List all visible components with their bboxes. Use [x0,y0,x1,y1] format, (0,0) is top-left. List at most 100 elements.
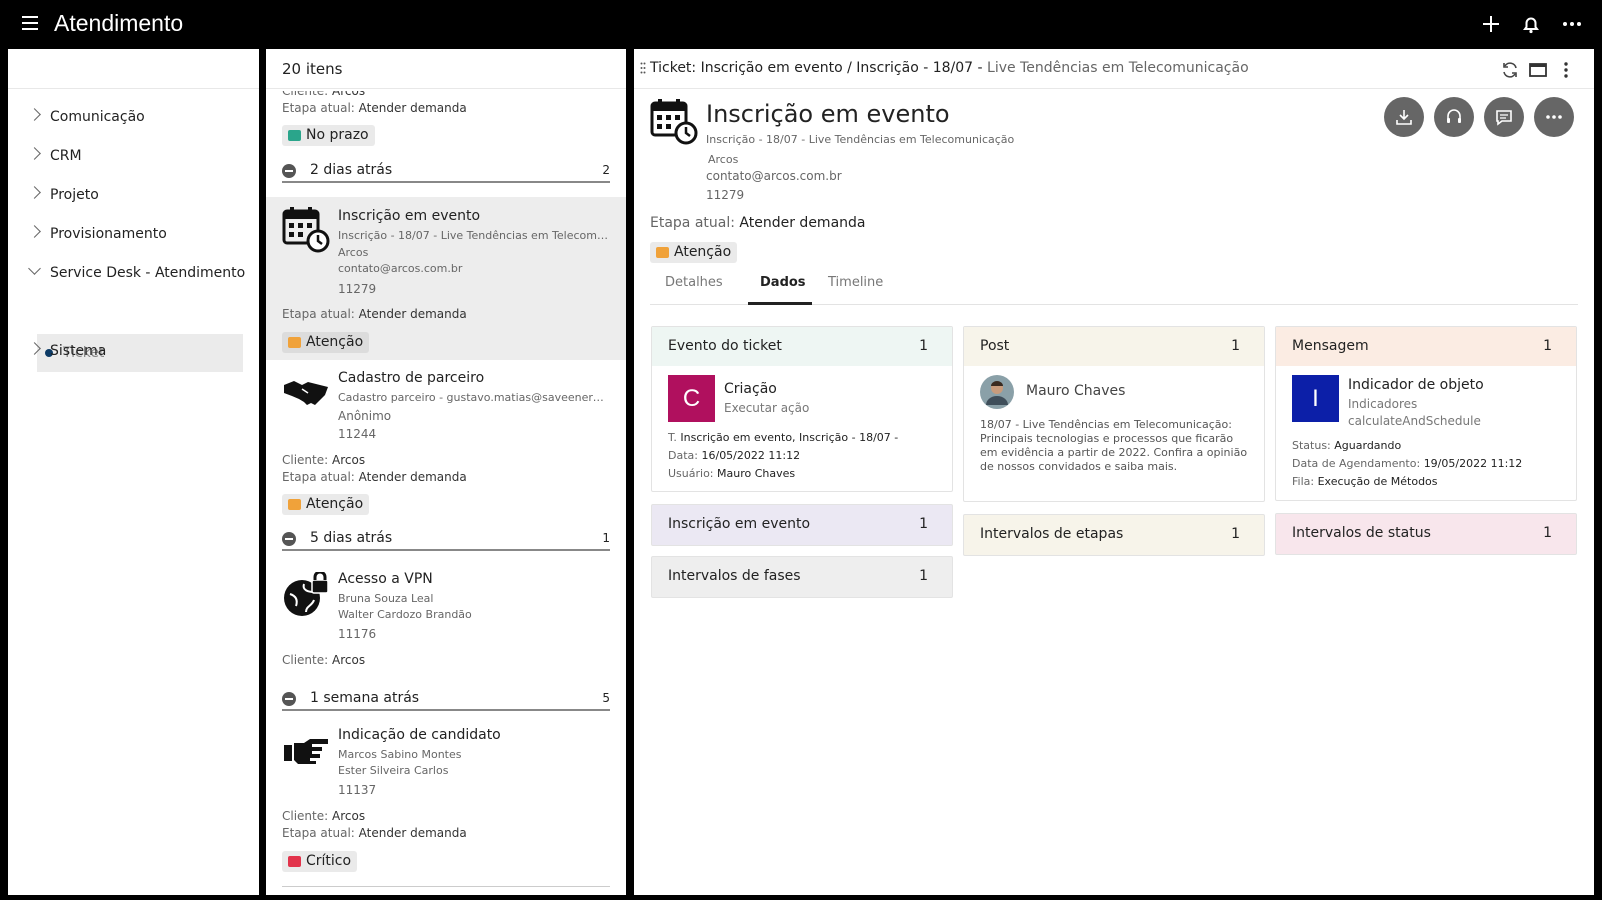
list-item-requester: Marcos Sabino Montes [338,748,462,761]
message-queue: Fila: Execução de Métodos [1292,475,1438,488]
list-item-stage: Etapa atual: Atender demanda [282,101,467,115]
collapse-icon[interactable] [282,532,296,546]
card-inscricao-em-evento[interactable]: Inscrição em evento 1 [651,504,953,546]
list-item-client-name: Arcos [338,246,369,259]
detail-breadcrumb: Ticket: Inscrição em evento / Inscrição … [650,60,1249,76]
ticket-detail-panel: Ticket: Inscrição em evento / Inscrição … [634,49,1594,895]
calendar-clock-icon [650,99,698,145]
group-header[interactable]: 2 dias atrás 2 [282,161,610,183]
headset-icon [1447,109,1461,123]
more-icon[interactable] [1560,12,1584,36]
nav-header [8,49,259,89]
more-actions-button[interactable] [1534,97,1574,137]
list-item-id: 11279 [338,282,377,296]
list-item-title[interactable]: Indicação de candidato [338,727,501,743]
message-category: Indicadores [1348,397,1418,411]
message-status: Status: Aguardando [1292,439,1402,452]
ticket-stage: Etapa atual: Atender demanda [650,215,866,231]
user-avatar [980,375,1014,409]
kebab-menu-icon[interactable] [1556,60,1576,80]
card-intervalos-de-fases[interactable]: Intervalos de fases 1 [651,556,953,598]
more-icon [1546,115,1562,119]
comment-button[interactable] [1484,97,1524,137]
calendar-warn-icon [288,337,301,348]
list-item-title[interactable]: Cadastro de parceiro [338,370,484,386]
card-header: Post 1 [964,327,1264,366]
card-evento-do-ticket[interactable]: Evento do ticket 1 C Criação Executar açã… [651,326,953,492]
post-text-line: 18/07 - Live Tendências em Telecomunicaç… [980,418,1232,431]
post-text-line: em evidência a partir de 2022. Confira a… [980,446,1248,459]
nav-item-projeto[interactable]: Projeto [8,185,259,207]
status-badge: Atenção [282,494,370,515]
nav-item-comunicacao[interactable]: Comunicação [8,107,259,129]
message-method: calculateAndSchedule [1348,414,1481,428]
list-item-client-name: Anônimo [338,409,392,423]
message-schedule-date: Data de Agendamento: 19/05/2022 11:12 [1292,457,1523,470]
top-bar: Atendimento [0,0,1602,48]
card-header: Intervalos de status 1 [1292,525,1552,541]
list-item-client: Cliente: Arcos [282,653,366,667]
list-item-stage: Etapa atual: Atender demanda [282,470,467,484]
list-item-stage: Etapa atual: Atender demanda [282,307,467,321]
nav-item-provisionamento[interactable]: Provisionamento [8,224,259,246]
handshake-icon [284,381,328,405]
card-post[interactable]: Post 1 Mauro Chaves 18/07 - Live Tendênci… [963,326,1265,502]
creation-avatar: C [668,375,715,422]
active-tab-indicator [748,302,812,305]
chevron-right-icon [28,342,41,355]
bell-icon[interactable] [1519,12,1543,36]
list-item-id: 11176 [338,627,377,641]
list-item-stage: Etapa atual: Atender demanda [282,826,467,840]
tab-timeline[interactable]: Timeline [828,275,883,290]
indicator-avatar: I [1292,375,1339,422]
ticket-email: contato@arcos.com.br [706,169,842,183]
calendar-critical-icon [288,856,301,867]
list-count: 20 itens [266,49,626,89]
navigation-panel: Comunicação CRM Projeto Provisionamento … [8,49,259,895]
list-item-assignee: Ester Silveira Carlos [338,764,449,777]
menu-icon[interactable] [22,16,38,30]
nav-item-sistema[interactable]: Sistema [8,341,259,363]
tab-detalhes[interactable]: Detalhes [665,275,723,290]
status-badge: Crítico [282,851,358,872]
card-intervalos-de-etapas[interactable]: Intervalos de etapas 1 [963,514,1265,556]
message-name: Indicador de objeto [1348,377,1484,393]
collapse-icon[interactable] [282,164,296,178]
nav-item-crm[interactable]: CRM [8,146,259,168]
window-icon[interactable] [1528,60,1548,80]
download-button[interactable] [1384,97,1424,137]
list-item-id: 11244 [338,427,377,441]
calendar-ok-icon [288,130,301,141]
ticket-id: 11279 [706,188,745,202]
ticket-list-panel: 20 itens Cliente: Arcos Etapa atual: Ate… [266,49,626,895]
list-item-subtitle: Inscrição - 18/07 - Live Tendências em T… [338,229,610,242]
detail-tabs: Detalhes Dados Timeline [650,275,1578,305]
nav-item-service-desk[interactable]: Service Desk - Atendimento [8,262,259,285]
list-item-title[interactable]: Acesso a VPN [338,571,433,587]
group-header[interactable]: 5 dias atrás 1 [282,529,610,551]
list-item-client: Cliente: Arcos [282,453,366,467]
group-header[interactable]: 1 semana atrás 5 [282,689,610,711]
pointing-hand-icon [284,739,328,764]
card-intervalos-de-status[interactable]: Intervalos de status 1 [1275,513,1577,555]
calendar-warn-icon [288,499,301,510]
drag-handle-icon[interactable] [640,62,646,74]
add-icon[interactable] [1479,12,1503,36]
card-mensagem[interactable]: Mensagem 1 I Indicador de objeto Indicado… [1275,326,1577,501]
list-item-client: Cliente: Arcos [282,809,366,823]
support-button[interactable] [1434,97,1474,137]
globe-lock-icon [284,572,329,616]
collapse-icon[interactable] [282,692,296,706]
detail-header: Ticket: Inscrição em evento / Inscrição … [634,49,1594,89]
ticket-client: Arcos [708,153,739,166]
status-badge: Atenção [650,242,738,263]
card-header: Intervalos de etapas 1 [980,526,1240,542]
refresh-icon[interactable] [1500,60,1520,80]
list-item-assignee: Walter Cardozo Brandão [338,608,472,621]
tab-dados[interactable]: Dados [760,275,806,290]
calendar-clock-icon [282,207,330,253]
calendar-warn-icon [656,247,669,258]
status-badge: Atenção [282,332,370,353]
list-item-title[interactable]: Inscrição em evento [338,208,480,224]
chevron-right-icon [28,186,41,199]
